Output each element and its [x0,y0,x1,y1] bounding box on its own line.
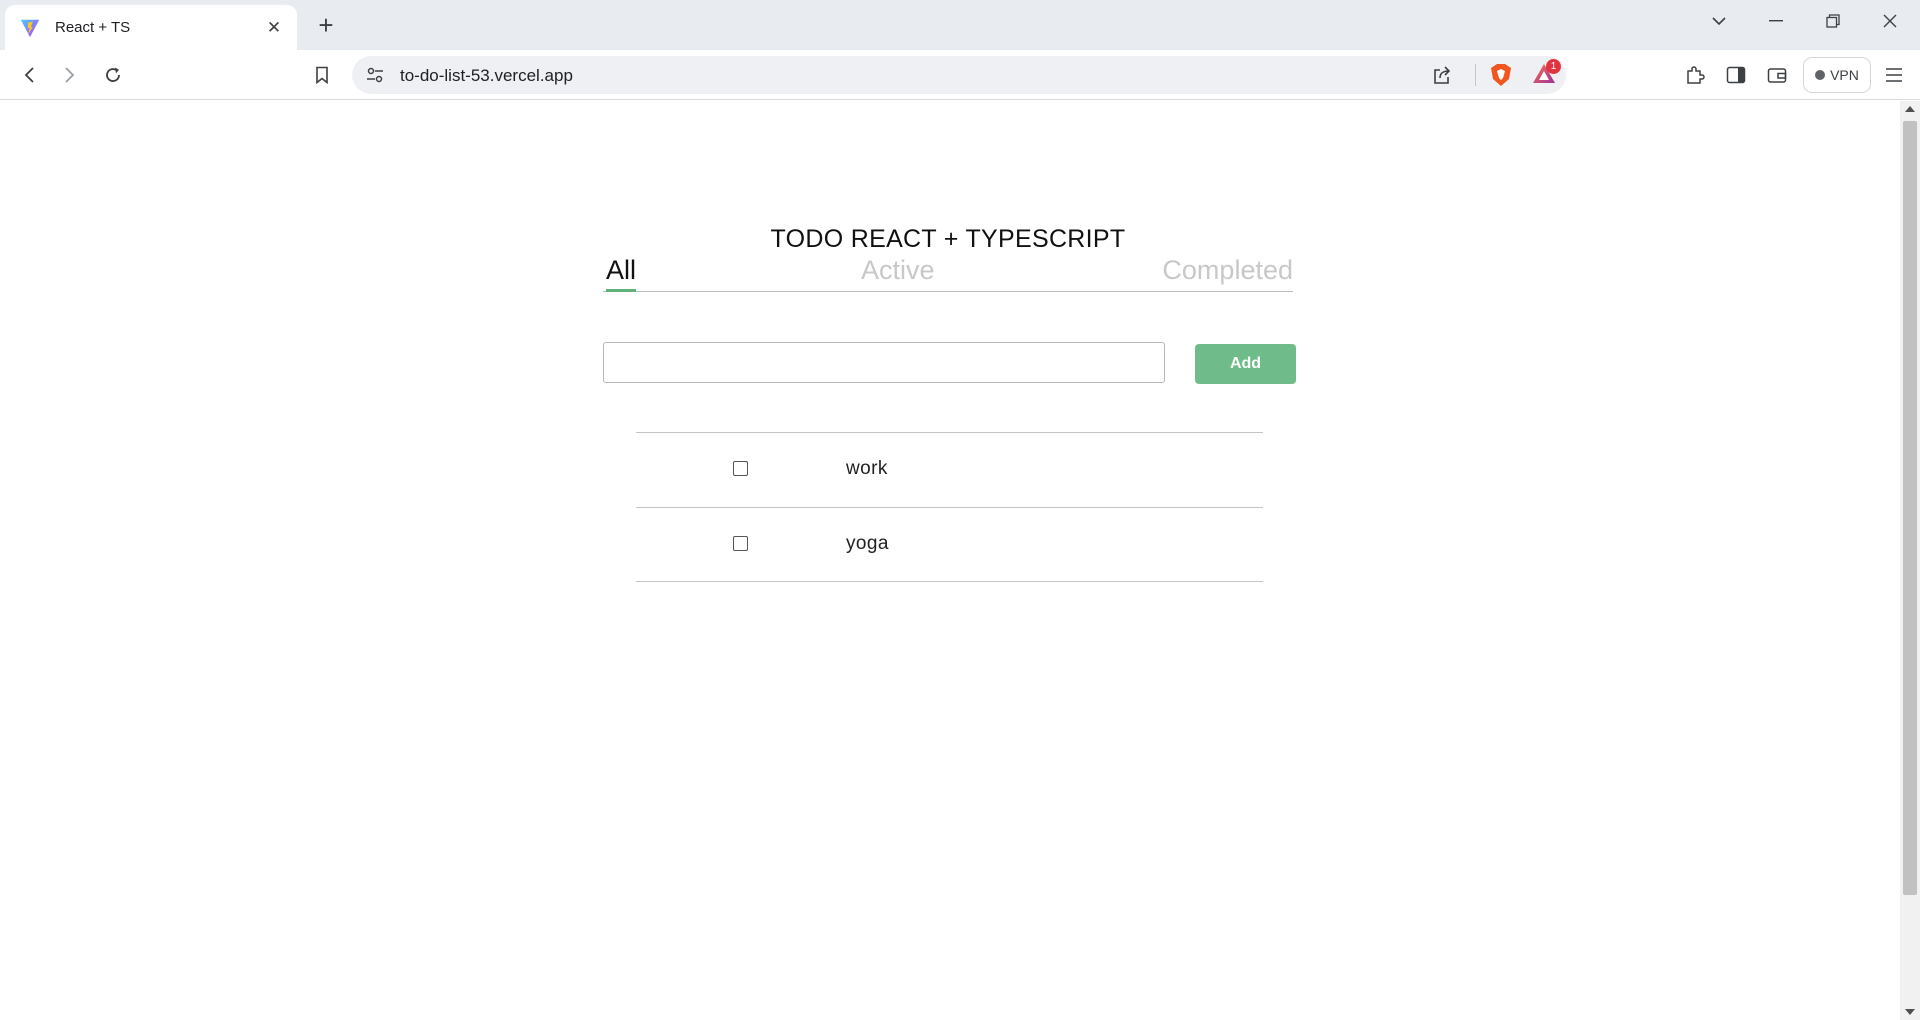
extensions-icon[interactable] [1680,60,1710,90]
scrollbar-thumb[interactable] [1903,121,1917,895]
tab-title: React + TS [55,19,131,36]
minimize-icon[interactable] [1752,6,1800,36]
tab-search-chevron-icon[interactable] [1695,6,1743,36]
browser-tab[interactable]: React + TS ✕ [5,5,297,50]
browser-tabstrip: React + TS ✕ + [0,0,1920,50]
address-bar[interactable]: to-do-list-53.vercel.app 1 [352,56,1566,94]
new-tab-icon[interactable]: + [313,10,339,40]
share-icon[interactable] [1432,65,1452,85]
bookmark-icon[interactable] [307,60,337,90]
site-settings-icon[interactable] [366,67,384,83]
brave-rewards-button[interactable]: 1 [1532,59,1561,87]
reload-icon[interactable] [98,60,128,90]
selected-tab-indicator [606,289,637,292]
brave-shields-icon[interactable] [1490,63,1512,87]
todo-checkbox[interactable] [733,536,748,551]
todo-item: work [636,432,1263,507]
tab-all[interactable]: All [606,255,637,292]
vite-logo-icon [20,19,40,37]
close-window-icon[interactable] [1866,6,1914,36]
tab-close-icon[interactable]: ✕ [263,17,285,39]
tab-completed[interactable]: Completed [1162,255,1293,286]
restore-icon[interactable] [1809,6,1857,36]
scroll-up-arrow-icon[interactable] [1905,106,1915,112]
tab-all-label: All [606,255,637,285]
add-button[interactable]: Add [1195,344,1296,384]
notification-badge: 1 [1546,59,1561,74]
divider [1475,64,1476,86]
todo-checkbox[interactable] [733,461,748,476]
filter-tabs: All Active Completed [603,255,1293,292]
scroll-down-arrow-icon[interactable] [1905,1009,1915,1015]
vpn-button[interactable]: VPN [1803,57,1871,93]
page-content: TODO REACT + TYPESCRIPT All Active Compl… [0,101,1900,1020]
menu-icon[interactable] [1879,60,1909,90]
todo-text: work [846,458,888,479]
page-scrollbar[interactable] [1900,101,1920,1020]
wallet-icon[interactable] [1762,60,1792,90]
todo-text: yoga [846,533,889,554]
url-text: to-do-list-53.vercel.app [400,66,573,85]
vpn-label: VPN [1830,67,1859,83]
todo-item: yoga [636,507,1263,582]
todo-list: work yoga [636,432,1263,582]
forward-icon[interactable] [55,60,85,90]
tab-active[interactable]: Active [861,255,935,286]
app-title: TODO REACT + TYPESCRIPT [770,225,1126,253]
tab-active-label: Active [861,255,935,285]
sidebar-icon[interactable] [1721,60,1751,90]
new-todo-input[interactable] [603,342,1165,383]
vpn-status-icon [1815,70,1826,80]
tab-completed-label: Completed [1162,255,1293,285]
back-icon[interactable] [14,60,44,90]
browser-toolbar: to-do-list-53.vercel.app 1 VPN [0,50,1920,100]
